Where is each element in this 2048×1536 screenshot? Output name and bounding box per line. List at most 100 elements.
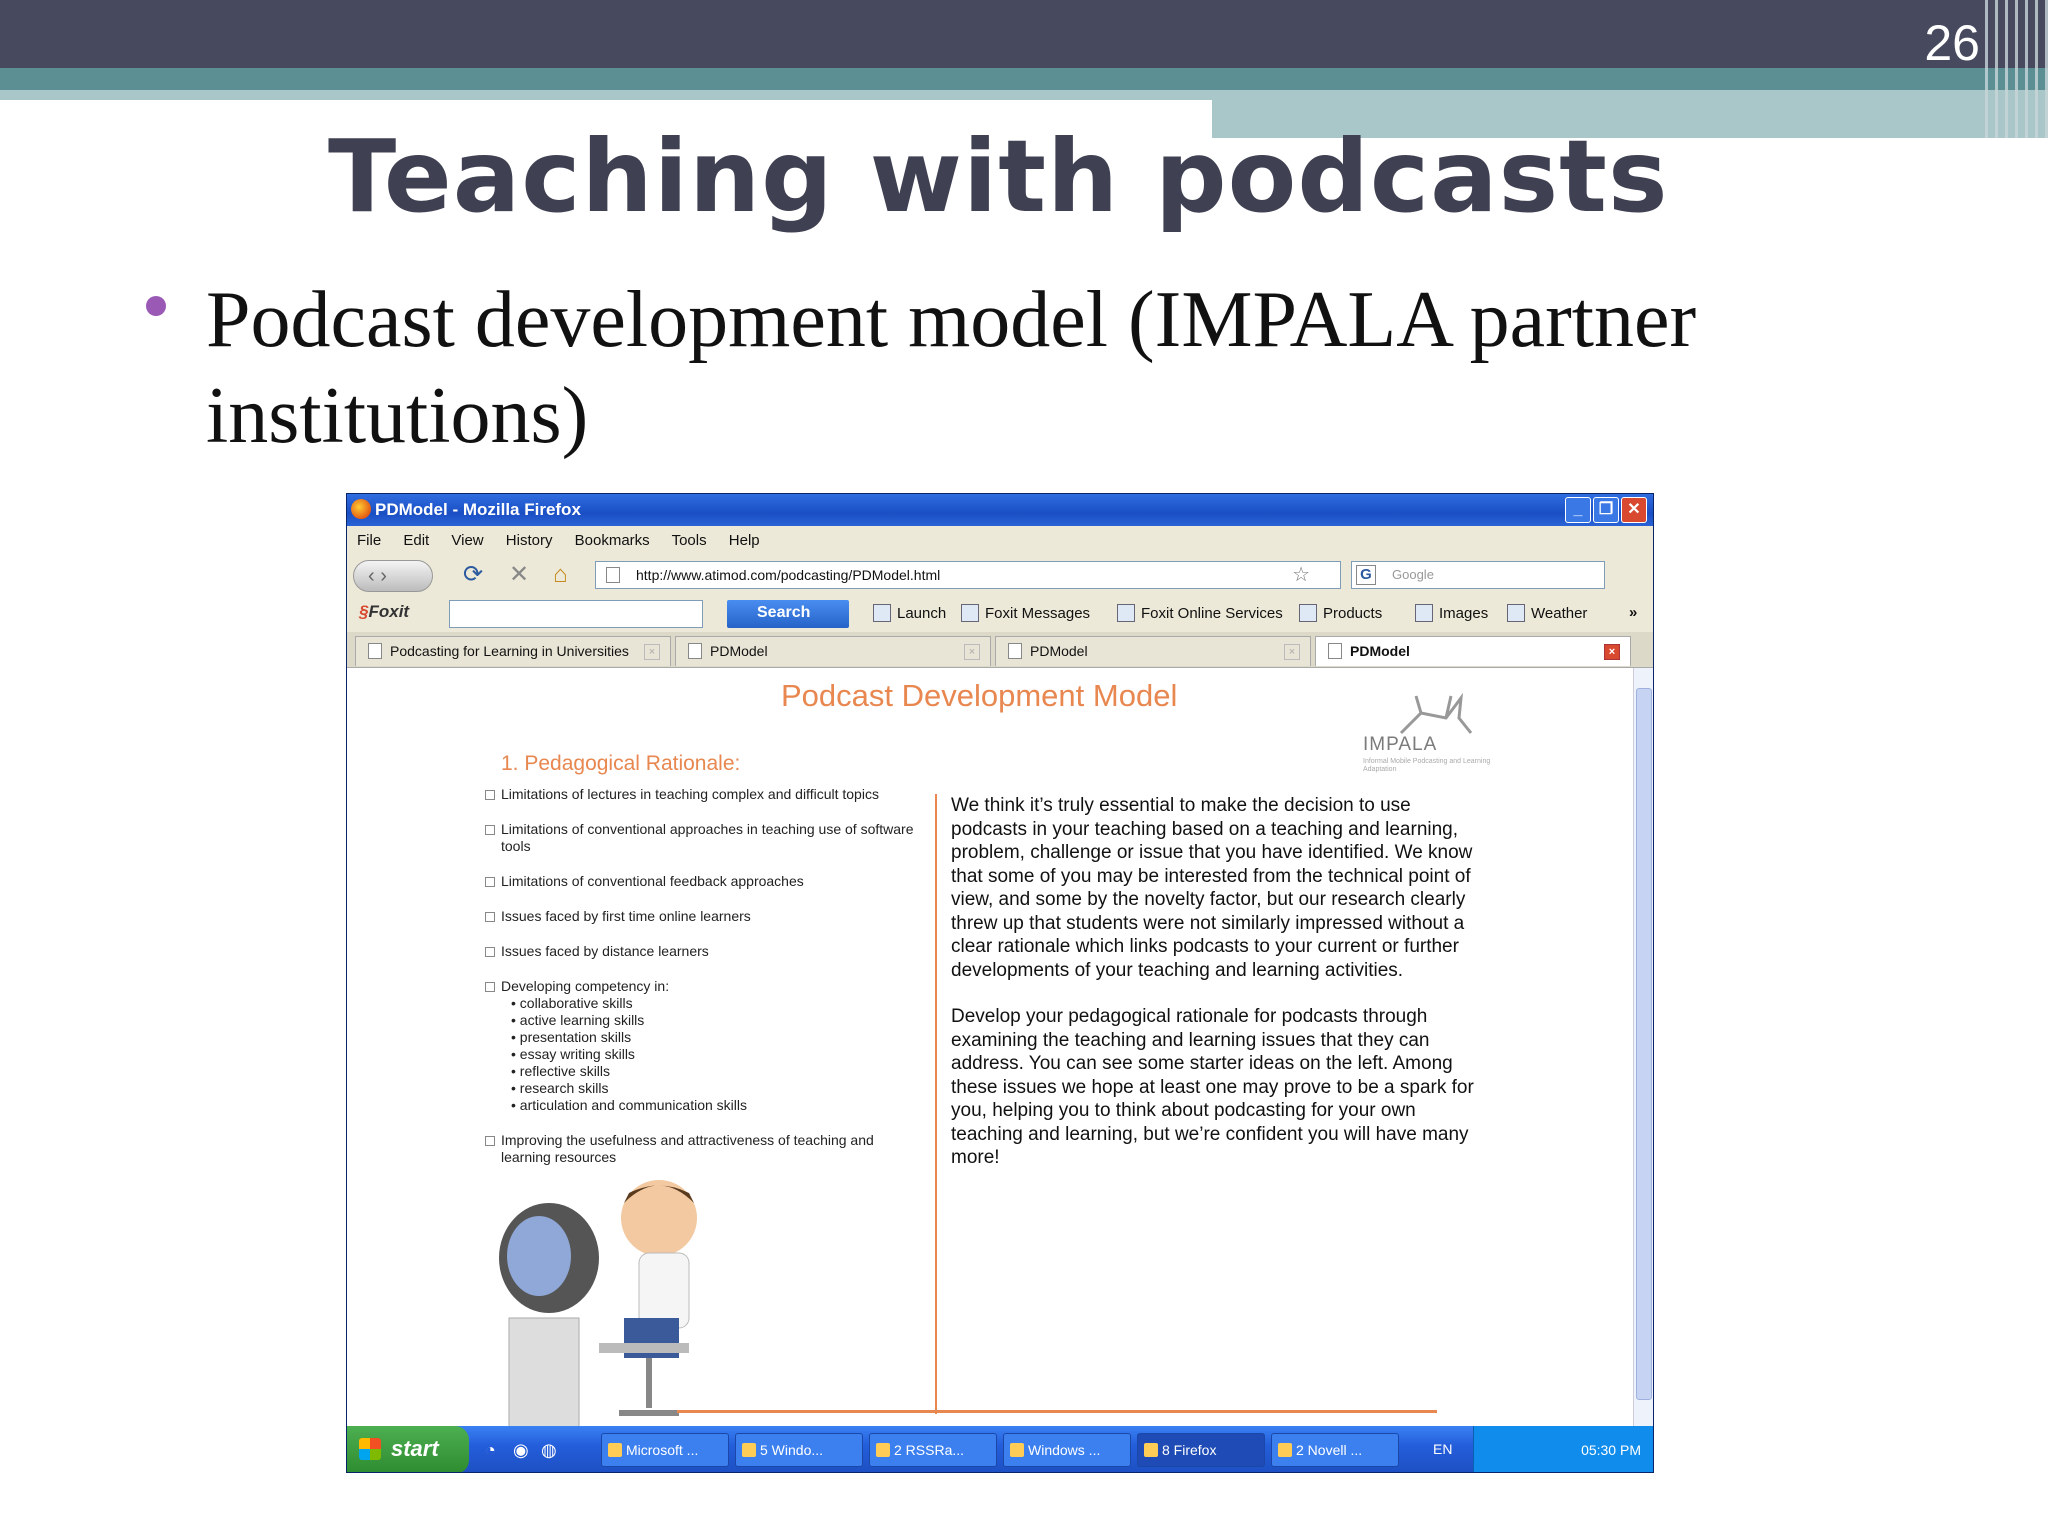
foxit-search-input[interactable]	[449, 600, 703, 628]
tab-pdmodel-1[interactable]: PDModel ×	[675, 636, 991, 666]
page-title: Podcast Development Model	[781, 678, 1178, 713]
close-icon: ×	[1604, 644, 1620, 660]
bullet-dot	[146, 296, 166, 316]
foxit-logo[interactable]: §Foxit	[359, 602, 409, 622]
header-bar-dark	[0, 0, 2048, 68]
foxit-messages-button[interactable]: Foxit Messages	[961, 604, 1090, 622]
clock: 05:30 PM	[1581, 1442, 1641, 1458]
firefox-icon	[1144, 1443, 1158, 1457]
close-icon: ×	[644, 644, 660, 660]
menu-bookmarks[interactable]: Bookmarks	[575, 532, 650, 549]
foxit-toolbar: §Foxit Search Launch Foxit Messages Foxi…	[347, 594, 1653, 632]
launch-button[interactable]: Launch	[873, 604, 946, 622]
weather-button[interactable]: Weather	[1507, 604, 1587, 622]
images-button[interactable]: Images	[1415, 604, 1488, 622]
back-forward-button[interactable]: ‹ ›	[353, 560, 433, 592]
more-button[interactable]: »	[1629, 604, 1637, 621]
search-input[interactable]: G Google	[1351, 561, 1605, 589]
products-button[interactable]: Products	[1299, 604, 1382, 622]
reload-icon[interactable]: ⟳	[463, 562, 483, 588]
task-microsoft[interactable]: Microsoft ...	[601, 1433, 729, 1467]
page-icon	[688, 643, 702, 659]
menu-help[interactable]: Help	[729, 532, 760, 549]
list-item: Issues faced by first time online learne…	[485, 908, 925, 925]
window-titlebar: PDModel - Mozilla Firefox _ ❐ ✕	[347, 494, 1653, 526]
tab-pdmodel-2[interactable]: PDModel ×	[995, 636, 1311, 666]
foxit-online-button[interactable]: Foxit Online Services	[1117, 604, 1283, 622]
task-rssra[interactable]: 2 RSSRa...	[869, 1433, 997, 1467]
sub-item: • collaborative skills	[511, 995, 633, 1011]
vertical-scrollbar[interactable]	[1633, 668, 1653, 1426]
search-placeholder: Google	[1392, 567, 1434, 582]
quick-launch-icon[interactable]: ◉	[513, 1440, 529, 1461]
language-indicator[interactable]: EN	[1433, 1441, 1452, 1457]
list-item: Improving the usefulness and attractiven…	[485, 1132, 925, 1166]
close-icon: ×	[964, 644, 980, 660]
app-icon	[1010, 1443, 1024, 1457]
menu-tools[interactable]: Tools	[672, 532, 707, 549]
slide-title: Teaching with podcasts	[328, 118, 1669, 235]
menu-view[interactable]: View	[451, 532, 483, 549]
foxit-search-button[interactable]: Search	[727, 600, 849, 628]
task-novell[interactable]: 2 Novell ...	[1271, 1433, 1399, 1467]
tab-strip: Podcasting for Learning in Universities ×…	[347, 632, 1653, 668]
scroll-thumb[interactable]	[1636, 688, 1652, 1400]
online-services-icon	[1117, 604, 1135, 622]
start-button[interactable]: start	[347, 1426, 469, 1472]
quick-launch-icon[interactable]: ◍	[541, 1440, 557, 1461]
maximize-button[interactable]: ❐	[1593, 497, 1619, 523]
list-item: Limitations of lectures in teaching comp…	[485, 786, 925, 803]
impala-name: IMPALA	[1363, 734, 1438, 755]
header-bar-light	[0, 90, 1212, 100]
app-icon	[1278, 1443, 1292, 1457]
close-button[interactable]: ✕	[1621, 497, 1647, 523]
bookmark-star-icon[interactable]: ☆	[1292, 562, 1310, 588]
list-item: Issues faced by distance learners	[485, 943, 925, 960]
bullet-text: Podcast development model (IMPALA partne…	[206, 276, 1697, 460]
browser-window: PDModel - Mozilla Firefox _ ❐ ✕ File Edi…	[346, 493, 1654, 1473]
page-icon	[1328, 643, 1342, 659]
home-icon[interactable]: ⌂	[553, 562, 568, 588]
url-bar[interactable]: http://www.atimod.com/podcasting/PDModel…	[595, 561, 1341, 589]
task-windows-explorer[interactable]: Windows ...	[1003, 1433, 1131, 1467]
sub-item: • essay writing skills	[511, 1046, 635, 1062]
section-heading: 1. Pedagogical Rationale:	[501, 752, 741, 775]
menu-history[interactable]: History	[506, 532, 553, 549]
page-icon	[368, 643, 382, 659]
tab-podcasting[interactable]: Podcasting for Learning in Universities ×	[355, 636, 671, 666]
close-icon: ×	[1284, 644, 1300, 660]
figure-at-computer-illustration	[499, 1180, 697, 1426]
horizontal-divider	[677, 1410, 1437, 1413]
vertical-divider	[935, 794, 937, 1414]
weather-icon	[1507, 604, 1525, 622]
impala-logo: IMPALA Informal Mobile Podcasting and Le…	[1363, 688, 1503, 773]
app-icon	[876, 1443, 890, 1457]
list-item: Limitations of conventional approaches i…	[485, 821, 925, 855]
windows-logo-icon	[359, 1438, 381, 1460]
quick-launch-icon[interactable]: ◔	[485, 1440, 496, 1461]
sub-item: • presentation skills	[511, 1029, 632, 1045]
images-icon	[1415, 604, 1433, 622]
paragraph: Develop your pedagogical rationale for p…	[951, 1006, 1474, 1168]
launch-icon	[873, 604, 891, 622]
folder-icon	[742, 1443, 756, 1457]
windows-taskbar: start ◔ ◉ ◍ Microsoft ... 5 Windo... 2 R…	[347, 1426, 1653, 1472]
menu-edit[interactable]: Edit	[403, 532, 429, 549]
page-icon	[1008, 643, 1022, 659]
sub-item: • articulation and communication skills	[511, 1097, 748, 1113]
app-icon	[608, 1443, 622, 1457]
list-item: Limitations of conventional feedback app…	[485, 873, 925, 890]
stop-icon[interactable]: ✕	[509, 562, 529, 588]
tab-pdmodel-active[interactable]: PDModel ×	[1315, 636, 1631, 666]
rationale-list: Limitations of lectures in teaching comp…	[485, 786, 925, 1184]
page-icon	[606, 567, 620, 583]
menu-file[interactable]: File	[357, 532, 381, 549]
rationale-text: We think it’s truly essential to make th…	[951, 794, 1481, 1193]
sub-item: • reflective skills	[511, 1063, 611, 1079]
impala-subtitle: Informal Mobile Podcasting and Learning …	[1363, 758, 1491, 773]
task-windows[interactable]: 5 Windo...	[735, 1433, 863, 1467]
list-item-competency: Developing competency in: • collaborativ…	[485, 978, 925, 1114]
task-firefox[interactable]: 8 Firefox	[1137, 1433, 1265, 1467]
system-tray: 05:30 PM	[1473, 1426, 1653, 1472]
minimize-button[interactable]: _	[1565, 497, 1591, 523]
